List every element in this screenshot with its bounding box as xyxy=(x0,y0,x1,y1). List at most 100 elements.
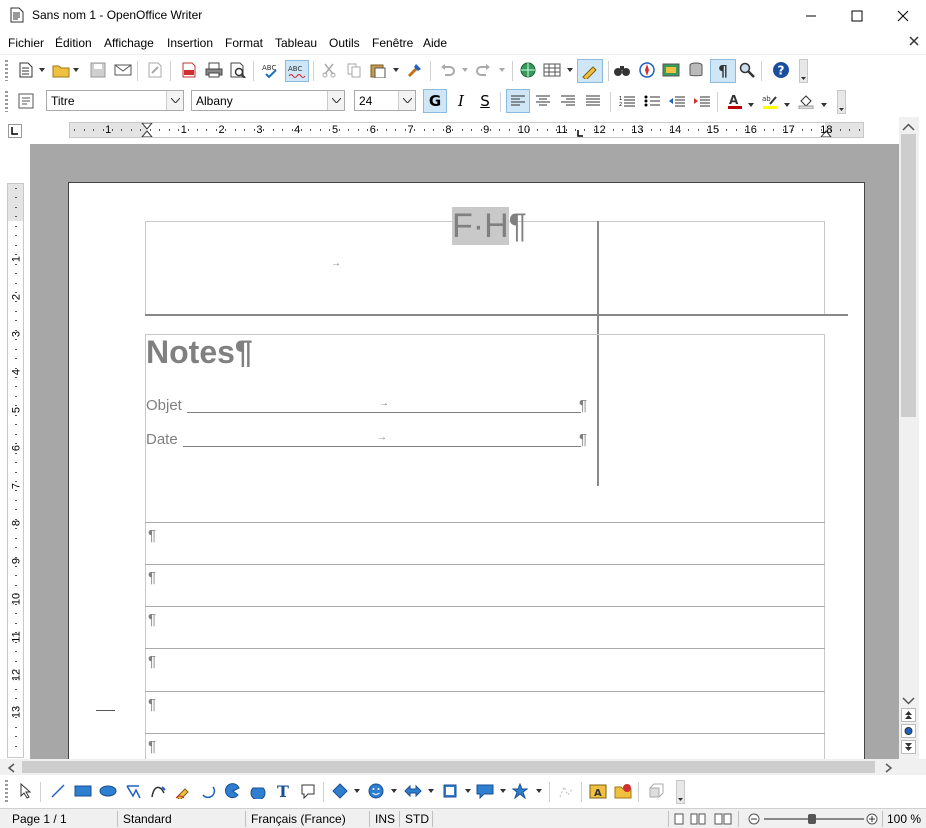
copy-icon[interactable] xyxy=(345,61,363,79)
table-dropdown-icon[interactable] xyxy=(567,61,573,79)
toolbar-grip[interactable] xyxy=(5,60,8,81)
chevron-down-icon[interactable] xyxy=(398,91,415,110)
autospellcheck-icon[interactable]: ABC xyxy=(285,60,309,82)
header-initials[interactable]: F·H¶ xyxy=(452,207,527,246)
note-row-pilcrow[interactable]: ¶ xyxy=(148,527,156,544)
undo-dropdown-icon[interactable] xyxy=(462,61,468,79)
menu-outils[interactable]: Outils xyxy=(329,36,360,50)
font-name-select[interactable]: Albany xyxy=(191,90,345,111)
email-document-icon[interactable] xyxy=(114,61,132,79)
callouts-icon[interactable] xyxy=(476,782,494,800)
justify-button[interactable] xyxy=(582,90,604,112)
close-document-icon[interactable] xyxy=(908,35,920,47)
document-workspace[interactable]: → F·H¶ Notes¶ Objet → ¶ Date → ¶ ¶ ¶ ¶ ¶… xyxy=(30,144,899,759)
menu-aide[interactable]: Aide xyxy=(423,36,447,50)
align-left-button[interactable] xyxy=(506,89,530,113)
block-arrows-dropdown-icon[interactable] xyxy=(428,782,434,800)
vertical-scrollbar[interactable] xyxy=(899,117,919,759)
clone-formatting-icon[interactable] xyxy=(406,61,424,79)
toolbar-overflow-button[interactable] xyxy=(837,90,846,114)
symbol-shapes-icon[interactable] xyxy=(367,782,385,800)
note-row-pilcrow[interactable]: ¶ xyxy=(148,569,156,586)
formatting-marks-icon[interactable]: ¶ xyxy=(710,59,736,83)
close-window-button[interactable] xyxy=(880,0,926,31)
language-indicator[interactable]: Français (France) xyxy=(251,812,346,826)
insert-table-icon[interactable] xyxy=(543,61,561,79)
background-color-button[interactable] xyxy=(795,90,817,112)
data-sources-icon[interactable] xyxy=(687,61,705,79)
curve-icon[interactable] xyxy=(149,782,167,800)
paragraph-style-select[interactable]: Titre xyxy=(46,90,184,111)
indent-marker-icon[interactable] xyxy=(141,123,153,137)
toolbar-overflow-button[interactable] xyxy=(799,59,808,83)
basic-shapes-icon[interactable] xyxy=(331,782,349,800)
font-size-select[interactable]: 24 xyxy=(354,90,416,111)
page-style-indicator[interactable]: Standard xyxy=(123,812,172,826)
zoom-level[interactable]: 100 % xyxy=(887,812,921,826)
highlighting-dropdown-icon[interactable] xyxy=(784,96,790,114)
align-center-button[interactable] xyxy=(532,90,554,112)
increase-indent-button[interactable] xyxy=(691,90,713,112)
polygon-icon[interactable] xyxy=(124,782,142,800)
zoom-out-icon[interactable] xyxy=(748,813,760,828)
callouts-dropdown-icon[interactable] xyxy=(500,782,506,800)
horizontal-ruler[interactable]: 1 1 2 3 4 5 6 7 8 9 10 11 12 13 14 15 16 17 18 xyxy=(69,122,864,138)
rectangle-icon[interactable] xyxy=(74,782,92,800)
spellcheck-icon[interactable]: ABC xyxy=(262,61,280,79)
objet-field-label[interactable]: Objet xyxy=(146,397,182,414)
from-file-icon[interactable] xyxy=(614,782,632,800)
flowchart-dropdown-icon[interactable] xyxy=(465,782,471,800)
minimize-button[interactable] xyxy=(788,0,834,31)
cut-icon[interactable] xyxy=(320,61,338,79)
zoom-slider-handle[interactable] xyxy=(808,814,816,824)
open-folder-icon[interactable] xyxy=(52,61,70,79)
tab-marker-icon[interactable] xyxy=(577,130,583,137)
text-tool-icon[interactable]: T xyxy=(274,782,292,800)
bullets-button[interactable] xyxy=(641,90,663,112)
single-page-view-icon[interactable] xyxy=(674,813,684,828)
chevron-down-icon[interactable] xyxy=(166,91,183,110)
chevron-down-icon[interactable] xyxy=(327,91,344,110)
highlighting-button[interactable]: ab xyxy=(759,90,781,112)
scroll-down-icon[interactable] xyxy=(902,694,915,708)
paste-dropdown-icon[interactable] xyxy=(393,61,399,79)
find-replace-icon[interactable] xyxy=(613,61,631,79)
book-view-icon[interactable] xyxy=(714,813,732,828)
arc-icon[interactable] xyxy=(199,782,217,800)
points-icon[interactable] xyxy=(557,782,575,800)
fontwork-gallery-icon[interactable]: A xyxy=(589,782,607,800)
callout-icon[interactable] xyxy=(299,782,317,800)
underline-button[interactable]: S xyxy=(474,90,496,112)
horizontal-scrollbar[interactable] xyxy=(0,759,899,775)
note-row-pilcrow[interactable]: ¶ xyxy=(148,653,156,670)
italic-button[interactable]: I xyxy=(450,90,472,112)
previous-page-icon[interactable] xyxy=(901,708,916,722)
menu-edition[interactable]: Édition xyxy=(55,36,92,50)
hyperlink-icon[interactable] xyxy=(519,61,537,79)
zoom-in-icon[interactable] xyxy=(866,813,878,828)
note-row-pilcrow[interactable]: ¶ xyxy=(148,738,156,755)
flowchart-icon[interactable] xyxy=(441,782,459,800)
line-icon[interactable] xyxy=(49,782,67,800)
undo-icon[interactable] xyxy=(438,61,456,79)
ellipse-icon[interactable] xyxy=(99,782,117,800)
toolbar-grip[interactable] xyxy=(5,780,8,803)
basic-shapes-dropdown-icon[interactable] xyxy=(354,782,360,800)
menu-affichage[interactable]: Affichage xyxy=(104,36,154,50)
menu-tableau[interactable]: Tableau xyxy=(275,36,317,50)
save-icon[interactable] xyxy=(89,61,107,79)
bold-button[interactable]: G xyxy=(423,89,447,113)
stars-icon[interactable] xyxy=(511,782,529,800)
date-field-label[interactable]: Date xyxy=(146,431,178,448)
redo-dropdown-icon[interactable] xyxy=(499,61,505,79)
stars-dropdown-icon[interactable] xyxy=(536,782,542,800)
block-arrows-icon[interactable] xyxy=(404,782,422,800)
vertical-scroll-thumb[interactable] xyxy=(901,134,916,417)
maximize-button[interactable] xyxy=(834,0,880,31)
new-dropdown-icon[interactable] xyxy=(39,61,45,79)
scroll-left-icon[interactable] xyxy=(7,762,15,776)
page-indicator[interactable]: Page 1 / 1 xyxy=(12,812,67,826)
extrusion-toggle-icon[interactable] xyxy=(647,782,665,800)
show-draw-functions-icon[interactable] xyxy=(577,59,603,83)
styles-formatting-icon[interactable] xyxy=(17,92,35,110)
